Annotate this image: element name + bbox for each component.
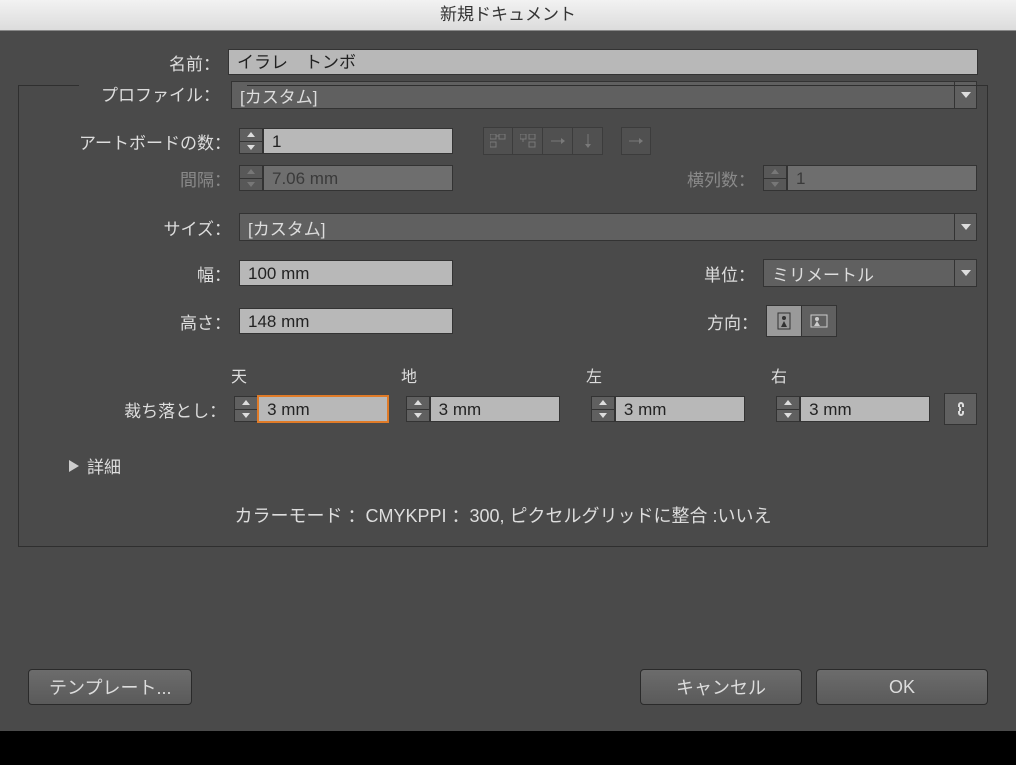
profile-dropdown[interactable]: [カスタム]: [231, 81, 955, 109]
cancel-button[interactable]: キャンセル: [640, 669, 802, 705]
grid-by-row-icon: [483, 127, 513, 155]
spacing-input: 7.06 mm: [263, 165, 453, 191]
dialog-body: 名前： イラレ トンボ プロファイル： [カスタム] アートボードの数： 1: [0, 31, 1016, 731]
columns-input: 1: [787, 165, 977, 191]
orientation-label: 方向：: [707, 309, 766, 334]
mode-summary: カラーモード ：CMYKPPI ：300, ピクセルグリッドに整合 :いいえ: [29, 502, 977, 528]
width-input[interactable]: 100 mm: [239, 260, 453, 286]
spacing-label: 間隔：: [29, 166, 239, 191]
bleed-right-input[interactable]: 3 mm: [800, 396, 930, 422]
size-label: サイズ：: [29, 215, 239, 240]
bleed-right-stepper[interactable]: [776, 396, 800, 422]
name-input[interactable]: イラレ トンボ: [228, 49, 978, 75]
bleed-bottom-stepper[interactable]: [406, 396, 430, 422]
arrange-column-icon: [573, 127, 603, 155]
advanced-disclosure[interactable]: 詳細: [29, 453, 977, 478]
artboards-input[interactable]: 1: [263, 128, 453, 154]
bleed-left-input[interactable]: 3 mm: [615, 396, 745, 422]
arrange-rtl-icon: [621, 127, 651, 155]
columns-label: 横列数：: [687, 166, 763, 191]
bleed-right-field[interactable]: 3 mm: [776, 396, 930, 422]
height-label: 高さ：: [29, 309, 239, 334]
size-dropdown[interactable]: [カスタム]: [239, 213, 955, 241]
units-dropdown[interactable]: ミリメートル: [763, 259, 955, 287]
bleed-right-label: 右: [771, 363, 977, 387]
height-input[interactable]: 148 mm: [239, 308, 453, 334]
bleed-label: 裁ち落とし：: [29, 397, 234, 422]
size-dropdown-arrow[interactable]: [955, 213, 977, 241]
units-dropdown-arrow[interactable]: [955, 259, 977, 287]
name-label: 名前：: [0, 50, 228, 75]
bleed-left-field[interactable]: 3 mm: [591, 396, 745, 422]
template-button[interactable]: テンプレート...: [28, 669, 192, 705]
bleed-bottom-field[interactable]: 3 mm: [406, 396, 560, 422]
ok-button[interactable]: OK: [816, 669, 988, 705]
units-label: 単位：: [704, 261, 763, 286]
bleed-top-label: 天: [231, 363, 401, 387]
window-title: 新規ドキュメント: [440, 5, 576, 24]
bleed-top-input[interactable]: 3 mm: [258, 396, 388, 422]
arrangement-buttons: [483, 127, 603, 155]
advanced-label: 詳細: [87, 453, 121, 478]
grid-by-column-icon: [513, 127, 543, 155]
bleed-bottom-label: 地: [401, 363, 586, 387]
bleed-bottom-input[interactable]: 3 mm: [430, 396, 560, 422]
profile-label: プロファイル：: [0, 81, 228, 106]
window-titlebar: 新規ドキュメント: [0, 0, 1016, 31]
columns-stepper: [763, 165, 787, 191]
orientation-landscape-button[interactable]: [802, 305, 837, 337]
artboards-label: アートボードの数：: [29, 129, 239, 154]
bleed-top-stepper[interactable]: [234, 396, 258, 422]
disclosure-triangle-icon: [69, 460, 79, 472]
bleed-top-field[interactable]: 3 mm: [234, 396, 388, 422]
spacing-stepper: [239, 165, 263, 191]
profile-dropdown-arrow[interactable]: [955, 81, 977, 109]
orientation-portrait-button[interactable]: [766, 305, 802, 337]
arrange-row-icon: [543, 127, 573, 155]
bleed-left-stepper[interactable]: [591, 396, 615, 422]
bleed-link-icon[interactable]: [944, 393, 977, 425]
width-label: 幅：: [29, 261, 239, 286]
artboards-stepper[interactable]: [239, 128, 263, 154]
settings-group: [カスタム] アートボードの数： 1: [18, 85, 988, 547]
bleed-left-label: 左: [586, 363, 771, 387]
